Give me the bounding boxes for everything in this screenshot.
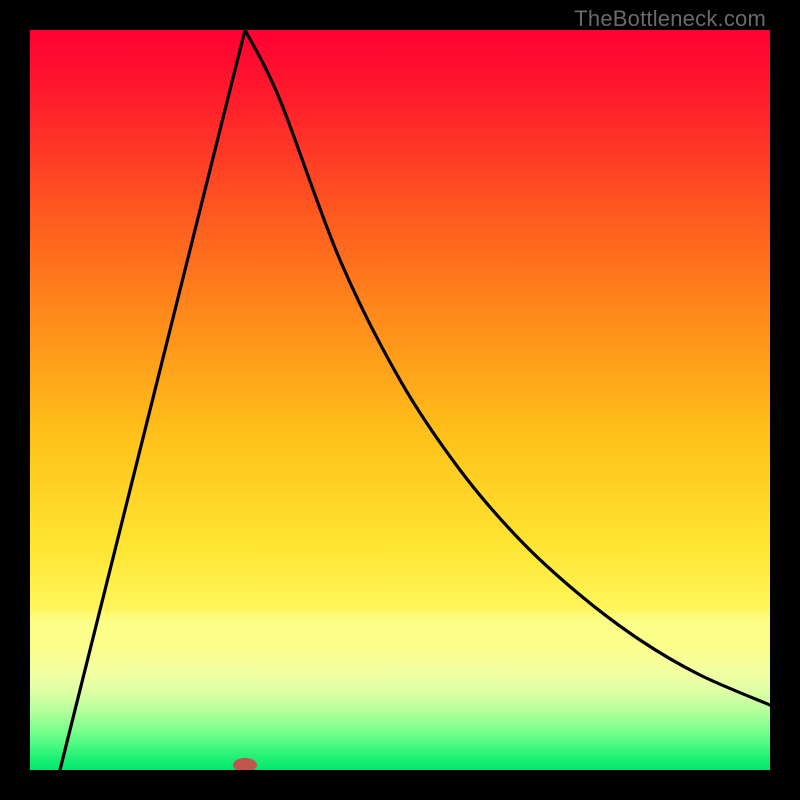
gradient-background xyxy=(30,30,770,770)
bottleneck-chart xyxy=(30,30,770,770)
watermark-text: TheBottleneck.com xyxy=(574,6,766,32)
chart-frame xyxy=(30,30,770,770)
